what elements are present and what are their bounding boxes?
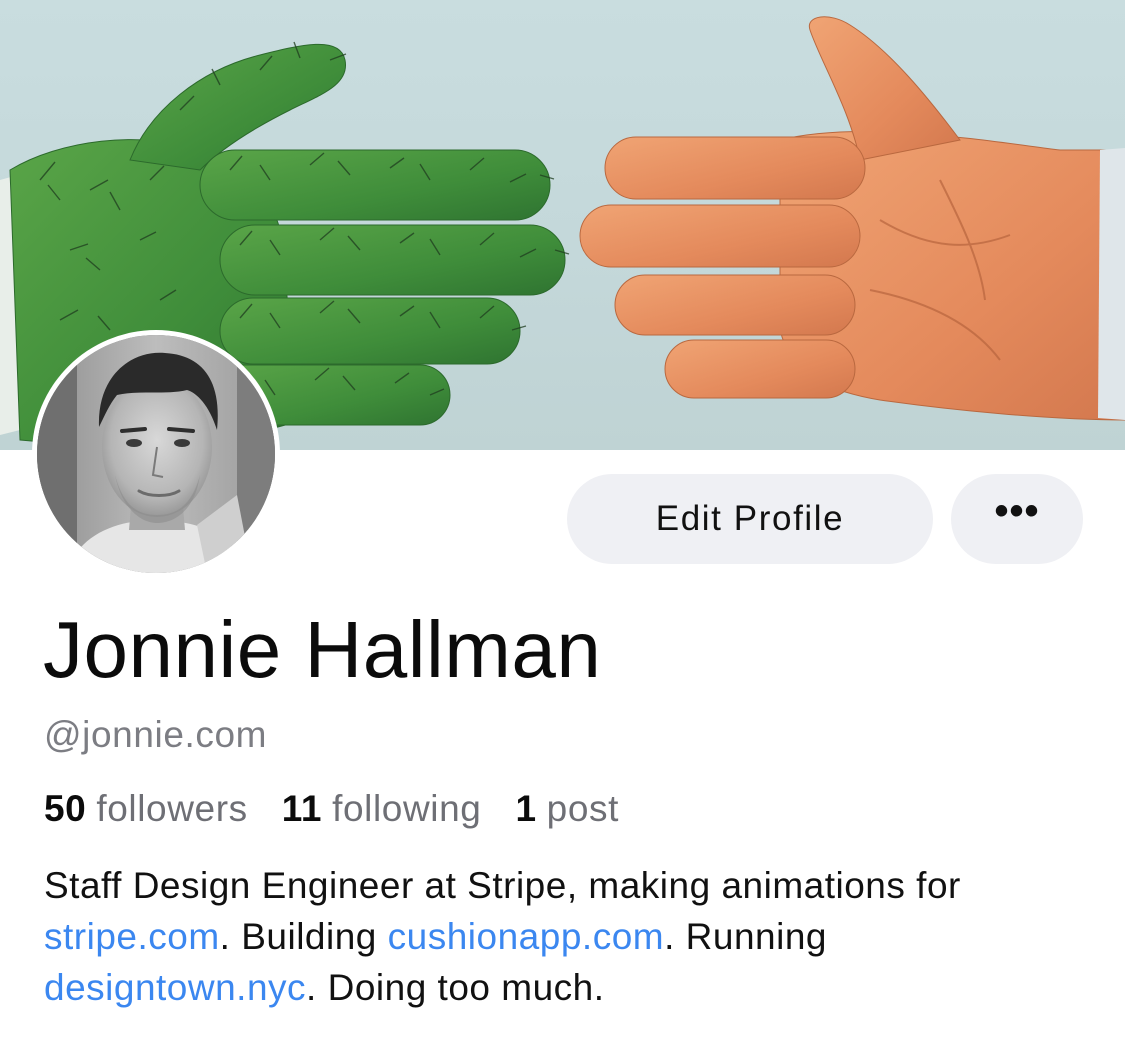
profile-stats: 50 followers 11 following 1 post bbox=[44, 783, 653, 835]
more-options-button[interactable]: ••• bbox=[951, 474, 1083, 564]
profile-page: Edit Profile ••• Jonnie Hallman @jonnie.… bbox=[0, 0, 1125, 1054]
avatar-photo-icon bbox=[37, 335, 275, 573]
avatar[interactable] bbox=[32, 330, 280, 578]
bio-text: . Doing too much. bbox=[306, 967, 605, 1008]
bio-link-designtown[interactable]: designtown.nyc bbox=[44, 967, 306, 1008]
following-count: 11 bbox=[281, 788, 323, 829]
profile-name: Jonnie Hallman bbox=[43, 605, 602, 694]
posts-label: post bbox=[546, 788, 619, 829]
profile-handle: @jonnie.com bbox=[44, 714, 268, 755]
bio-text: . Running bbox=[664, 916, 827, 957]
bio-text: . Building bbox=[219, 916, 388, 957]
followers-stat[interactable]: 50 followers bbox=[44, 783, 248, 835]
followers-count: 50 bbox=[44, 788, 87, 829]
posts-count: 1 bbox=[515, 788, 537, 829]
followers-label: followers bbox=[96, 788, 248, 829]
profile-bio: Staff Design Engineer at Stripe, making … bbox=[44, 860, 1084, 1013]
following-label: following bbox=[332, 788, 482, 829]
edit-profile-button[interactable]: Edit Profile bbox=[567, 474, 933, 564]
posts-stat[interactable]: 1 post bbox=[515, 783, 619, 835]
ellipsis-icon: ••• bbox=[994, 489, 1040, 533]
bio-link-stripe[interactable]: stripe.com bbox=[44, 916, 220, 957]
bio-text: Staff Design Engineer at Stripe, making … bbox=[44, 865, 961, 906]
bio-link-cushionapp[interactable]: cushionapp.com bbox=[388, 916, 664, 957]
following-stat[interactable]: 11 following bbox=[282, 783, 482, 835]
